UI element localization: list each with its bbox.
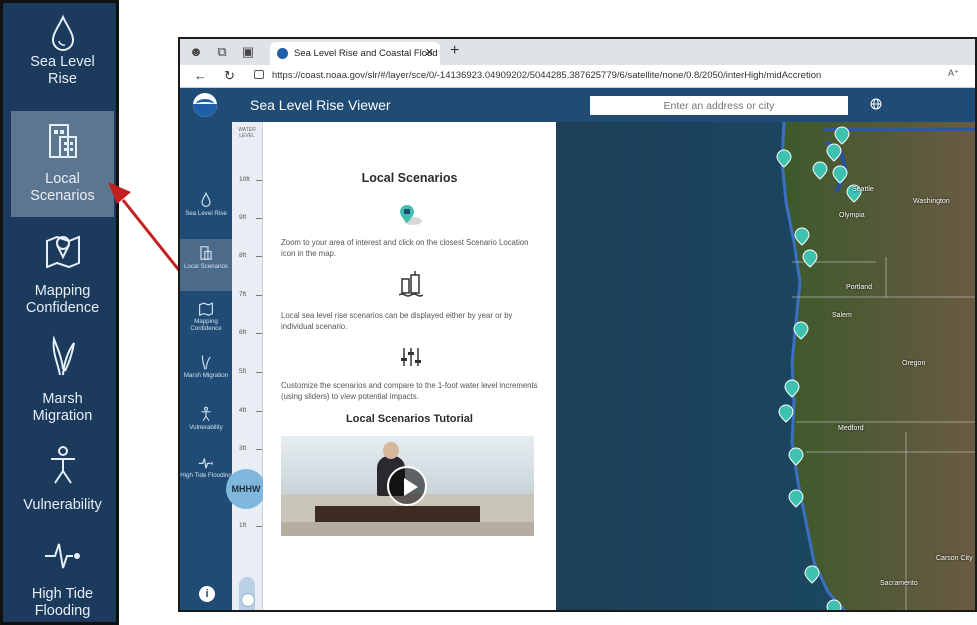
tide-wave-icon (198, 458, 213, 469)
map-label-washington: Washington (913, 198, 950, 205)
zoom-item-label: Local Scenarios (30, 171, 95, 204)
zoom-item-label: Marsh Migration (32, 391, 93, 424)
water-drop-icon (51, 14, 74, 51)
sidebar-item-vulnerability[interactable]: Vulnerability (180, 406, 232, 446)
close-tab-icon[interactable]: ✕ (425, 42, 434, 65)
map-canvas[interactable] (556, 122, 977, 612)
tutorial-video[interactable] (281, 436, 534, 536)
panel-step-2-text: Local sea level rise scenarios can be di… (281, 311, 513, 331)
read-aloud-icon[interactable]: A⁺ (948, 68, 959, 79)
scenario-marker (826, 599, 842, 610)
map-label-medford: Medford (838, 425, 864, 432)
globe-icon[interactable] (870, 98, 882, 110)
tab-title: Sea Level Rise and Coastal Flood (294, 48, 438, 59)
sidebar-item-label: Marsh Migration (183, 372, 229, 379)
zoom-item-sea-level-rise[interactable]: Sea Level Rise (11, 8, 114, 103)
sidebar-item-high-tide-flooding[interactable]: High Tide Flooding (180, 456, 232, 500)
zoom-item-label: High Tide Flooding (31, 586, 94, 619)
zoom-item-local-scenarios[interactable]: Local Scenarios (11, 111, 114, 217)
buildings-icon (48, 124, 77, 158)
zoom-item-label: Mapping Confidence (25, 283, 100, 316)
map-label-salem: Salem (832, 312, 852, 319)
zoom-item-high-tide-flooding[interactable]: High Tide Flooding (11, 536, 114, 624)
satellite-map[interactable]: Seattle Olympia Washington Portland Sale… (556, 122, 977, 612)
map-label-carson-city: Carson City (936, 555, 973, 562)
noaa-logo[interactable] (193, 93, 217, 117)
sidebar-item-label: Mapping Confidence (190, 318, 222, 332)
tutorial-title: Local Scenarios Tutorial (346, 413, 473, 425)
app-sidebar: Sea Level Rise Local Scenarios Mapping C… (180, 122, 232, 610)
collections-icon[interactable]: ⧉ (214, 44, 230, 60)
panel-step-3-text: Customize the scenarios and compare to t… (281, 381, 538, 401)
water-drop-icon (201, 192, 211, 207)
browser-window: ☻ ⧉ ▣ Sea Level Rise and Coastal Flood ✕… (178, 37, 977, 612)
sidebar-item-mapping-confidence[interactable]: Mapping Confidence (180, 300, 232, 340)
local-scenarios-panel: Local Scenarios Zoom to your area of int… (263, 122, 556, 610)
sliders-icon (401, 348, 421, 366)
buildings-icon (200, 246, 212, 260)
panel-title: Local Scenarios (361, 171, 458, 185)
sidebar-item-label: High Tide Flooding (180, 472, 232, 479)
address-bar: ← ↻ https://coast.noaa.gov/slr/#/layer/s… (180, 65, 975, 88)
tab-actions-icon[interactable]: ▣ (240, 44, 256, 60)
map-pin-icon (45, 235, 80, 269)
person-icon (50, 446, 75, 484)
marsh-grass-icon (52, 335, 75, 376)
noaa-favicon-icon (277, 48, 288, 59)
info-button[interactable]: i (199, 586, 215, 602)
browser-tab[interactable]: Sea Level Rise and Coastal Flood ✕ (270, 42, 440, 65)
refresh-icon[interactable]: ↻ (224, 67, 235, 85)
panel-step-1-text: Zoom to your area of interest and click … (281, 238, 529, 258)
zoom-item-marsh-migration[interactable]: Marsh Migration (11, 331, 114, 426)
profile-icon[interactable]: ☻ (188, 44, 204, 60)
sidebar-item-label: Vulnerability (189, 424, 223, 431)
zoom-item-vulnerability[interactable]: Vulnerability (11, 443, 114, 523)
back-icon[interactable]: ← (194, 67, 207, 85)
water-level-slider-handle[interactable] (241, 593, 255, 607)
datum-badge: MHHW (226, 469, 266, 509)
city-flooding-icon (399, 271, 423, 297)
sidebar-item-local-scenarios[interactable]: Local Scenarios (180, 239, 232, 291)
zoom-item-mapping-confidence[interactable]: Mapping Confidence (11, 223, 114, 318)
address-search-input[interactable] (590, 96, 848, 115)
app-title: Sea Level Rise Viewer (250, 97, 391, 113)
sidebar-item-label: Local Scenarios (183, 263, 229, 270)
tide-wave-icon (44, 543, 80, 569)
marsh-grass-icon (201, 355, 211, 370)
map-label-seattle: Seattle (852, 186, 874, 193)
zoomed-sidebar: Sea Level Rise Local Scenarios Mapping C… (0, 0, 119, 625)
map-label-sacramento: Sacramento (880, 580, 918, 587)
play-icon[interactable] (387, 466, 427, 506)
app-header: Sea Level Rise Viewer (180, 88, 975, 122)
sidebar-item-marsh-migration[interactable]: Marsh Migration (180, 354, 232, 394)
url-text: https://coast.noaa.gov/slr/#/layer/sce/0… (272, 70, 822, 81)
map-label-olympia: Olympia (839, 212, 865, 219)
map-pin-icon (199, 302, 213, 316)
tab-bar: ☻ ⧉ ▣ Sea Level Rise and Coastal Flood ✕… (180, 39, 975, 65)
url-field[interactable]: https://coast.noaa.gov/slr/#/layer/sce/0… (254, 68, 954, 84)
map-label-oregon: Oregon (902, 360, 926, 367)
sidebar-item-sea-level-rise[interactable]: Sea Level Rise (180, 192, 232, 232)
gauge-title: WATER LEVEL (238, 127, 256, 139)
zoom-item-label: Sea Level Rise (30, 54, 95, 87)
new-tab-icon[interactable]: + (450, 42, 459, 60)
sidebar-item-label: Sea Level Rise (185, 210, 227, 217)
scenario-location-marker-icon (400, 205, 422, 225)
water-level-gauge: WATER LEVEL 10ft 9ft 8ft 7ft 6ft 5ft 4ft… (232, 122, 263, 610)
map-label-portland: Portland (846, 284, 873, 291)
lock-icon (254, 70, 264, 79)
zoom-item-label: Vulnerability (23, 497, 102, 513)
person-icon (201, 406, 211, 422)
